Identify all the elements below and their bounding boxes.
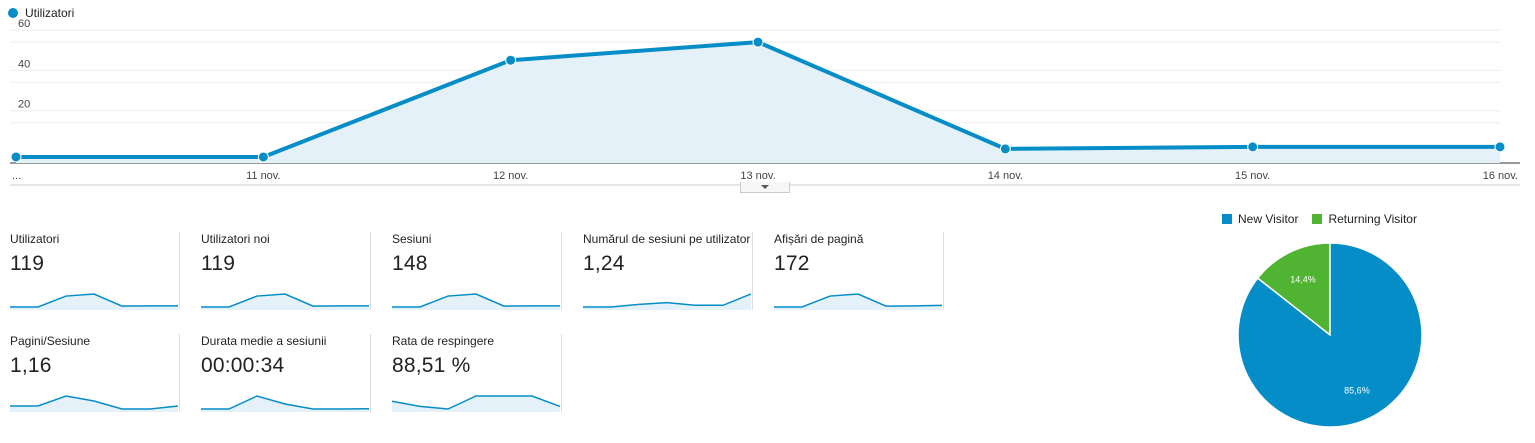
sparkline	[583, 293, 751, 310]
y-tick-label: 20	[18, 99, 30, 111]
chevron-down-icon	[761, 185, 769, 189]
metric-value: 1,16	[10, 354, 52, 377]
metric-label: Sesiuni	[392, 232, 432, 246]
metric-card[interactable]: Durata medie a sesiunii 00:00:34	[191, 334, 371, 412]
metric-value: 172	[774, 252, 810, 275]
legend-dot-icon	[8, 8, 18, 18]
data-point[interactable]	[1494, 141, 1506, 153]
x-tick-label: 15 nov.	[1235, 170, 1270, 182]
metric-value: 88,51 %	[392, 354, 471, 377]
data-point[interactable]	[1247, 141, 1259, 153]
pie-legend: New Visitor Returning Visitor	[1222, 212, 1431, 226]
pie-legend-item-new: New Visitor	[1222, 212, 1298, 226]
x-tick-label: 14 nov.	[988, 170, 1023, 182]
metric-card[interactable]: Numărul de sesiuni pe utilizator 1,24	[573, 232, 753, 310]
x-tick-label: 16 nov.	[1483, 170, 1518, 182]
x-tick-label: 12 nov.	[493, 170, 528, 182]
metric-label: Numărul de sesiuni pe utilizator	[583, 232, 751, 246]
metric-card[interactable]: Afișări de pagină 172	[764, 232, 944, 310]
data-point[interactable]	[505, 54, 517, 66]
legend-swatch-icon	[1312, 214, 1323, 224]
main-chart: 204060... 11 nov. 12 nov. 13 nov. 14 nov. 15 …	[10, 18, 1520, 186]
metric-card[interactable]: Utilizatori noi 119	[191, 232, 371, 310]
sparkline	[392, 293, 560, 310]
chart-toggle-button[interactable]	[740, 182, 790, 193]
metric-label: Afișări de pagină	[774, 232, 864, 246]
y-tick-label: 40	[18, 58, 30, 70]
data-point[interactable]	[999, 143, 1011, 155]
metric-label: Utilizatori	[10, 232, 60, 246]
x-tick-label: 11 nov.	[246, 170, 280, 182]
metric-label: Durata medie a sesiunii	[201, 334, 327, 348]
sparkline	[201, 395, 369, 412]
data-point[interactable]	[752, 36, 764, 48]
metric-label: Utilizatori noi	[201, 232, 270, 246]
series-area	[16, 42, 1500, 163]
metric-card[interactable]: Utilizatori 119	[0, 232, 180, 310]
pie-legend-label: New Visitor	[1238, 212, 1299, 226]
legend-label: Utilizatori	[25, 6, 75, 20]
data-point[interactable]	[257, 151, 269, 163]
x-tick-label: 13 nov.	[740, 170, 775, 182]
sparkline	[392, 395, 560, 412]
metric-value: 00:00:34	[201, 354, 285, 377]
sparkline	[774, 293, 942, 310]
metric-label: Rata de respingere	[392, 334, 495, 348]
sparkline	[10, 293, 178, 310]
metric-value: 119	[201, 252, 236, 275]
metric-card[interactable]: Sesiuni 148	[382, 232, 562, 310]
sparkline	[10, 395, 178, 412]
pie-legend-label: Returning Visitor	[1328, 212, 1417, 226]
pie-slice-label: 14,4%	[1290, 275, 1316, 285]
sparkline-area	[10, 396, 178, 412]
metric-card[interactable]: Pagini/Sesiune 1,16	[0, 334, 180, 412]
pie-slice-label: 85,6%	[1344, 385, 1370, 395]
metric-label: Pagini/Sesiune	[10, 334, 91, 348]
metric-value: 148	[392, 252, 428, 275]
metric-value: 1,24	[583, 252, 625, 275]
data-point[interactable]	[10, 151, 22, 163]
metric-value: 119	[10, 252, 45, 275]
visitor-pie-chart: 14,4% 85,6%	[1237, 242, 1423, 428]
sparkline	[201, 293, 369, 310]
pie-legend-item-returning: Returning Visitor	[1312, 212, 1417, 226]
sparkline-area	[392, 396, 560, 412]
chart-legend: Utilizatori	[8, 6, 74, 20]
metric-card[interactable]: Rata de respingere 88,51 %	[382, 334, 562, 412]
legend-swatch-icon	[1222, 214, 1232, 224]
x-tick-label: ...	[12, 170, 21, 182]
